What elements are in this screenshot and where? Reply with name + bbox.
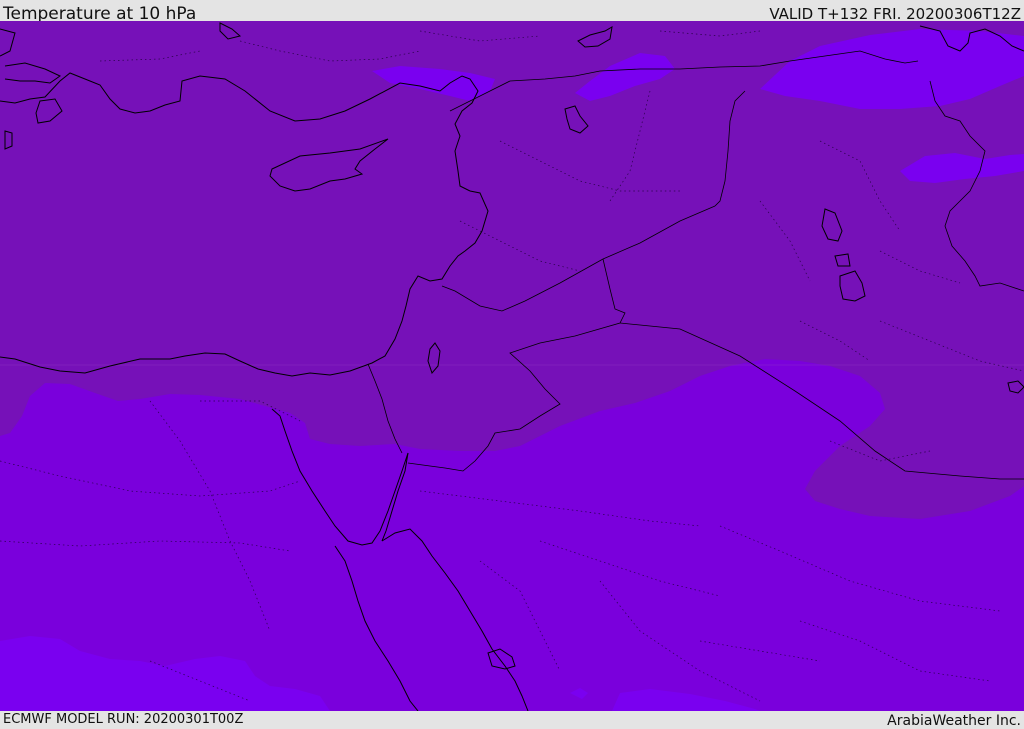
model-run-label: ECMWF MODEL RUN: 20200301T00Z (3, 712, 244, 727)
credit-label: ArabiaWeather Inc. (887, 713, 1021, 729)
header-bar: Temperature at 10 hPa VALID T+132 FRI. 2… (0, 0, 1024, 24)
footer-bar: ECMWF MODEL RUN: 20200301T00Z ArabiaWeat… (0, 711, 1024, 729)
weather-map (0, 21, 1024, 711)
